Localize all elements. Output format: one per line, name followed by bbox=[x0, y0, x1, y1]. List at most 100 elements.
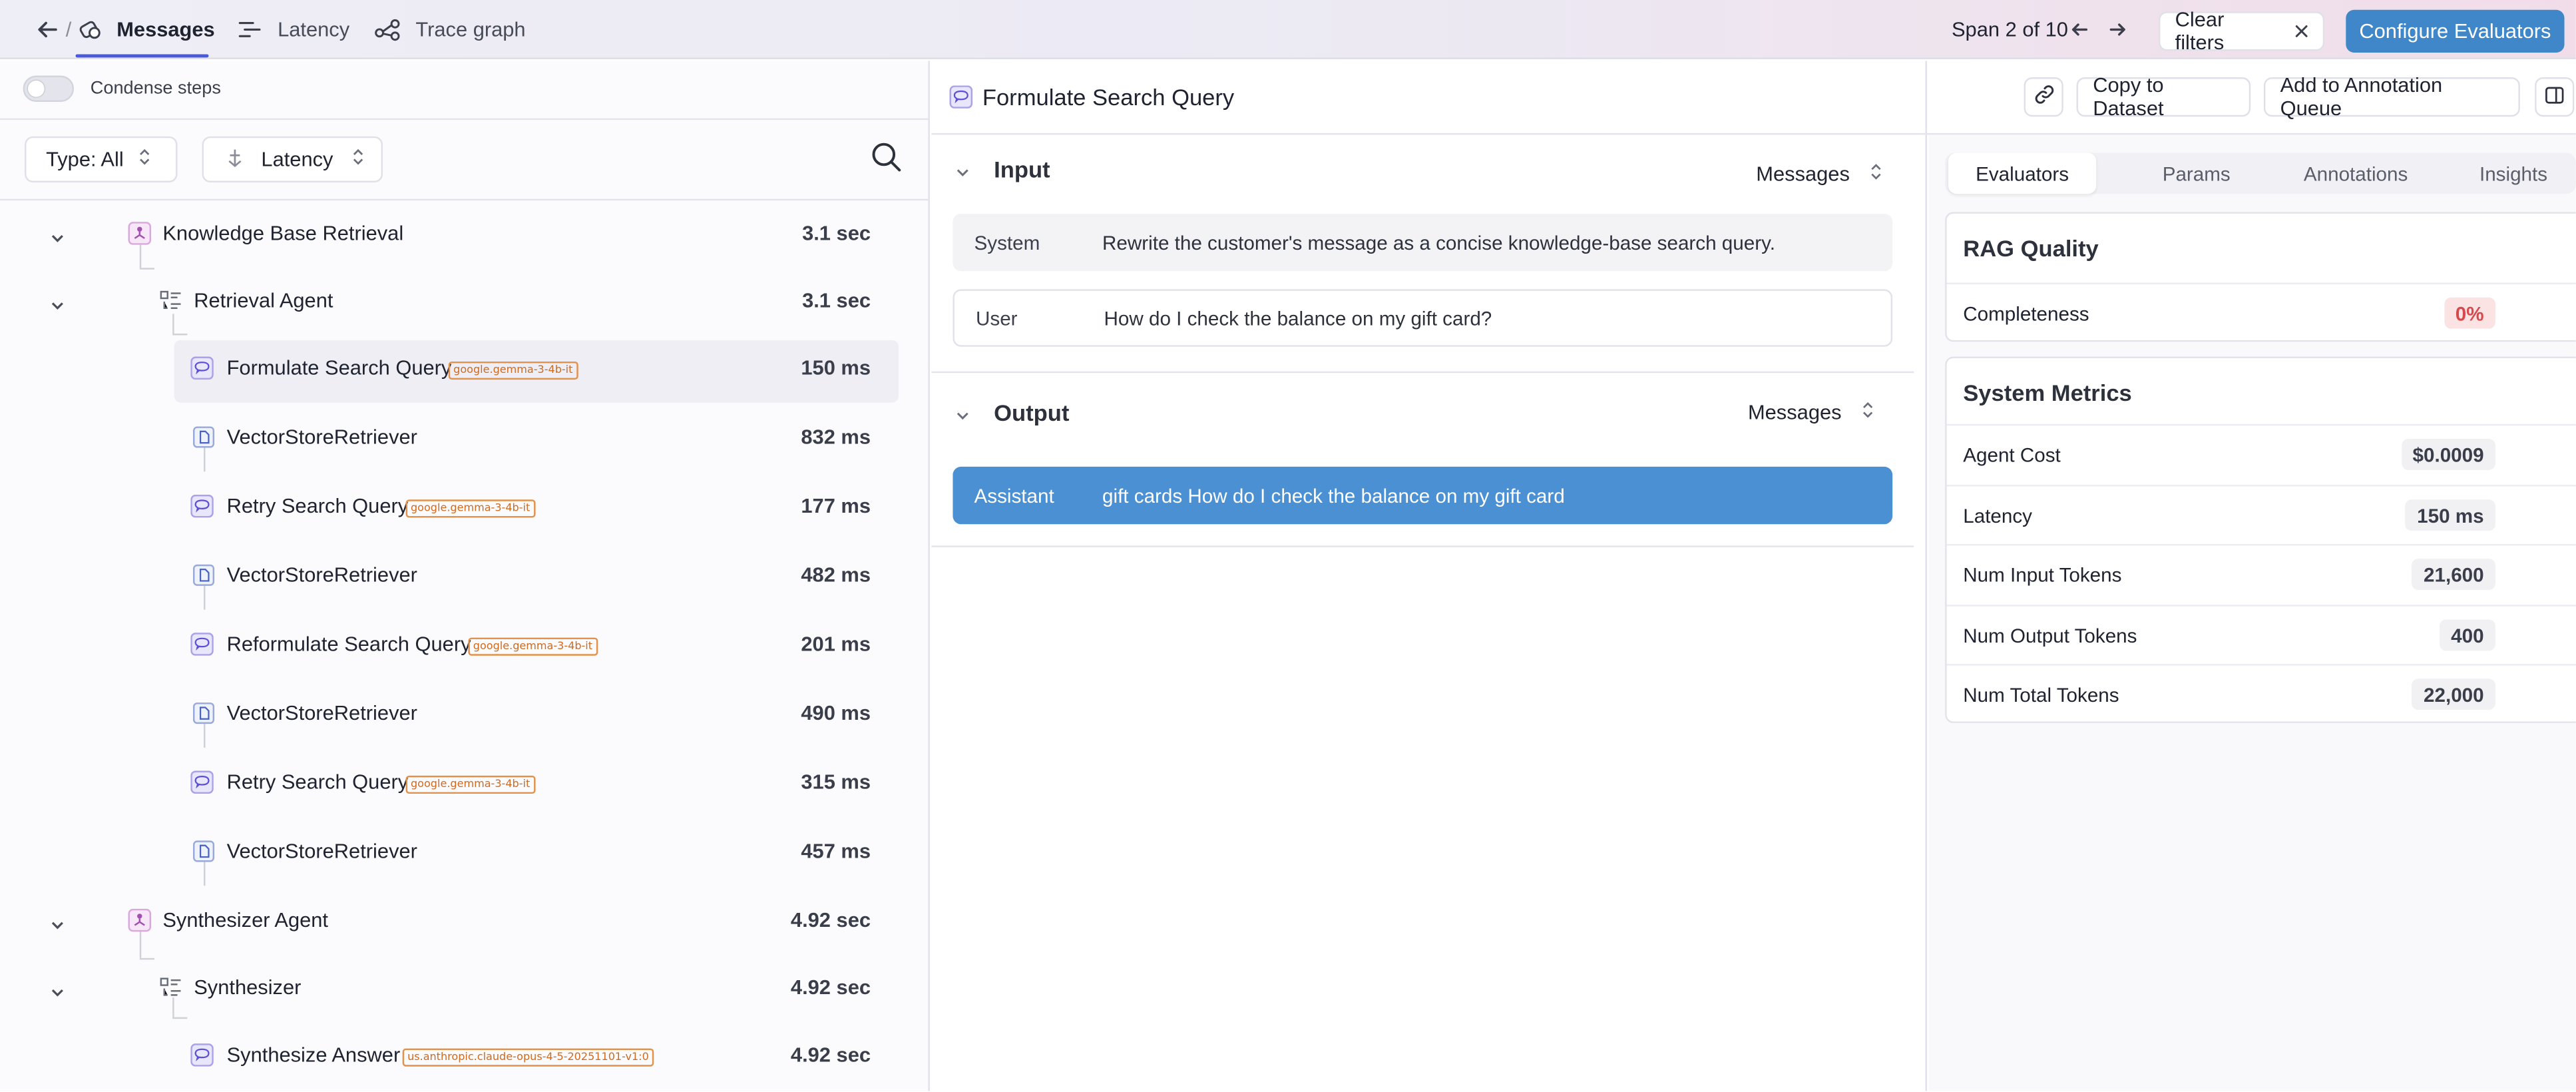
chevron-down-icon[interactable] bbox=[49, 979, 69, 999]
metric-label: Num Total Tokens bbox=[1963, 683, 2119, 707]
right-tabs: Evaluators Params Annotations Insights bbox=[1945, 152, 2576, 194]
chevron-updown-icon bbox=[1861, 401, 1874, 424]
output-view-value: Messages bbox=[1747, 401, 1842, 424]
tree-row-vectorstoreretriever[interactable]: VectorStoreRetriever 832 ms bbox=[0, 406, 930, 472]
clear-filters-button[interactable]: Clear filters bbox=[2158, 8, 2325, 55]
rag-quality-title: RAG Quality bbox=[1963, 234, 2099, 262]
tree-row-vectorstoreretriever[interactable]: VectorStoreRetriever 482 ms bbox=[0, 544, 930, 610]
metric-label: Completeness bbox=[1963, 302, 2089, 326]
span-header: Formulate Search Query Copy to Dataset A… bbox=[931, 61, 2576, 135]
rag-quality-card: RAG Quality Completeness 0% bbox=[1945, 212, 2576, 342]
tree-row-knowledge-base-retrieval[interactable]: Knowledge Base Retrieval 3.1 sec bbox=[0, 202, 930, 268]
configure-evaluators-button[interactable]: Configure Evaluators bbox=[2346, 9, 2565, 53]
tree-row-vectorstoreretriever[interactable]: VectorStoreRetriever 490 ms bbox=[0, 682, 930, 748]
evaluators-panel: Evaluators Params Annotations Insights R… bbox=[1928, 135, 2576, 1091]
tree-row-synthesizer[interactable]: Synthesizer 4.92 sec bbox=[0, 956, 930, 1022]
copy-to-dataset-button[interactable]: Copy to Dataset bbox=[2076, 74, 2251, 120]
tree-row-duration: 3.1 sec bbox=[802, 222, 871, 245]
tree-row-label: VectorStoreRetriever bbox=[226, 425, 417, 449]
next-span-button[interactable] bbox=[2107, 0, 2127, 59]
latency-sort-icon bbox=[225, 147, 245, 172]
chevron-updown-icon bbox=[351, 148, 365, 171]
chevron-down-icon[interactable] bbox=[955, 403, 971, 432]
tree-row-formulate-search-query[interactable]: Formulate Search Query google.gemma-3-4b… bbox=[0, 337, 930, 403]
chevron-down-icon[interactable] bbox=[49, 292, 69, 312]
metric-agent-cost: Agent Cost $0.0009 bbox=[1946, 423, 2576, 483]
tab-trace-graph[interactable]: Trace graph bbox=[375, 0, 526, 59]
span-title: Formulate Search Query bbox=[982, 83, 1235, 111]
tab-annotations[interactable]: Annotations bbox=[2274, 153, 2438, 194]
tab-params[interactable]: Params bbox=[2116, 153, 2277, 194]
tab-latency-label: Latency bbox=[278, 18, 350, 41]
llm-icon bbox=[190, 633, 214, 656]
condense-steps-toggle[interactable]: Condense steps bbox=[23, 75, 221, 103]
llm-icon bbox=[190, 770, 214, 794]
toggle-switch[interactable] bbox=[23, 75, 75, 103]
metric-num-total-tokens: Num Total Tokens 22,000 bbox=[1946, 664, 2576, 723]
tree-row-duration: 3.1 sec bbox=[802, 289, 871, 312]
copy-link-button[interactable] bbox=[2024, 77, 2063, 117]
toggle-sidebar-button[interactable] bbox=[2535, 77, 2575, 117]
divider bbox=[0, 198, 930, 201]
add-to-annotation-queue-button[interactable]: Add to Annotation Queue bbox=[2263, 74, 2520, 120]
trace-graph-icon bbox=[375, 18, 401, 41]
metric-value: 150 ms bbox=[2405, 499, 2495, 531]
type-filter-select[interactable]: Type: All bbox=[25, 136, 178, 182]
tree-row-duration: 4.92 sec bbox=[790, 1043, 871, 1067]
message-text: Rewrite the customer's message as a conc… bbox=[1102, 230, 1775, 254]
retriever-icon bbox=[192, 425, 216, 449]
tree-row-label: Synthesize Answer bbox=[226, 1043, 401, 1067]
tree-row-duration: 201 ms bbox=[801, 633, 871, 656]
tree-row-retrieval-agent[interactable]: Retrieval Agent 3.1 sec bbox=[0, 270, 930, 336]
chevron-down-icon[interactable] bbox=[49, 912, 69, 932]
model-badge: google.gemma-3-4b-it bbox=[468, 637, 598, 656]
chevron-down-icon[interactable] bbox=[49, 225, 69, 245]
metric-value: 0% bbox=[2444, 297, 2495, 329]
tree-row-synthesizer-agent[interactable]: Synthesizer Agent 4.92 sec bbox=[0, 889, 930, 955]
tree-row-duration: 4.92 sec bbox=[790, 908, 871, 932]
tree-row-label: VectorStoreRetriever bbox=[226, 563, 417, 587]
arrow-left-icon bbox=[2070, 20, 2090, 40]
model-badge: google.gemma-3-4b-it bbox=[405, 775, 535, 794]
tree-row-duration: 150 ms bbox=[801, 356, 871, 380]
chevron-down-icon[interactable] bbox=[955, 159, 971, 188]
tree-row-retry-search-query[interactable]: Retry Search Query google.gemma-3-4b-it … bbox=[0, 751, 930, 817]
back-arrow-icon[interactable] bbox=[36, 0, 59, 59]
message-text: How do I check the balance on my gift ca… bbox=[1104, 306, 1492, 330]
llm-icon bbox=[190, 494, 214, 518]
metric-label: Num Output Tokens bbox=[1963, 624, 2137, 648]
message-text: gift cards How do I check the balance on… bbox=[1102, 483, 1565, 507]
clear-filters-label: Clear filters bbox=[2175, 8, 2225, 55]
output-view-select[interactable]: Messages bbox=[1748, 401, 1874, 424]
message-assistant: Assistant gift cards How do I check the … bbox=[953, 466, 1893, 525]
prev-span-button[interactable] bbox=[2070, 0, 2090, 59]
tab-insights[interactable]: Insights bbox=[2438, 153, 2576, 194]
active-tab-indicator bbox=[75, 54, 209, 58]
span-tree-panel: Condense steps Type: All Latency Knowled… bbox=[0, 61, 930, 1091]
span-counter: Span 2 of 10 bbox=[1951, 18, 2068, 41]
metric-label: Latency bbox=[1963, 504, 2032, 528]
divider bbox=[931, 371, 1914, 374]
divider bbox=[0, 118, 930, 121]
agent-icon bbox=[128, 908, 152, 932]
tree-row-label: Synthesizer bbox=[194, 975, 302, 999]
tree-row-vectorstoreretriever[interactable]: VectorStoreRetriever 457 ms bbox=[0, 820, 930, 886]
metric-num-input-tokens: Num Input Tokens 21,600 bbox=[1946, 543, 2576, 603]
tree-row-duration: 457 ms bbox=[801, 840, 871, 863]
tree-row-retry-search-query[interactable]: Retry Search Query google.gemma-3-4b-it … bbox=[0, 475, 930, 541]
type-filter-value: Type: All bbox=[46, 148, 124, 171]
tree-row-synthesize-answer[interactable]: Synthesize Answer us.anthropic.claude-op… bbox=[0, 1024, 930, 1090]
tab-messages[interactable]: Messages bbox=[79, 0, 215, 59]
arrow-right-icon bbox=[2107, 20, 2127, 40]
tab-trace-graph-label: Trace graph bbox=[415, 18, 526, 41]
tab-evaluators[interactable]: Evaluators bbox=[1948, 152, 2097, 194]
input-view-select[interactable]: Messages bbox=[1756, 162, 1882, 186]
metric-value: 400 bbox=[2439, 619, 2495, 651]
sort-select[interactable]: Latency bbox=[202, 136, 383, 182]
search-button[interactable] bbox=[866, 141, 905, 180]
tree-row-reformulate-search-query[interactable]: Reformulate Search Query google.gemma-3-… bbox=[0, 613, 930, 679]
tab-latency[interactable]: Latency bbox=[238, 0, 349, 59]
tree-row-label: Synthesizer Agent bbox=[162, 908, 329, 932]
tree-row-label: Retry Search Query bbox=[226, 494, 409, 518]
tree-row-label: VectorStoreRetriever bbox=[226, 701, 417, 725]
